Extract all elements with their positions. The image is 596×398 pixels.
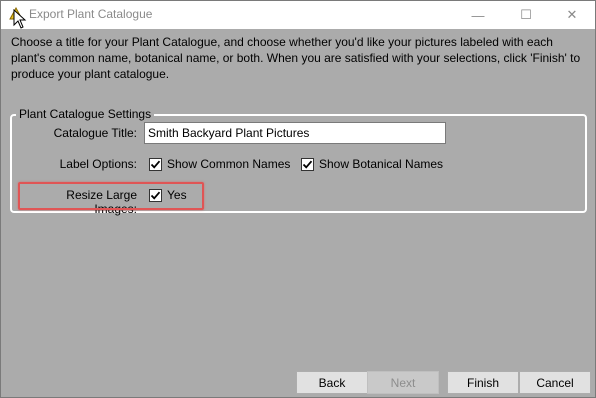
cancel-button[interactable]: Cancel: [519, 371, 591, 394]
next-button[interactable]: Next: [367, 371, 439, 394]
close-button[interactable]: ✕: [549, 1, 595, 29]
finish-button[interactable]: Finish: [447, 371, 519, 394]
resize-highlight-box: [18, 182, 204, 210]
mouse-cursor-icon: [13, 9, 27, 29]
show-botanical-names-checkbox[interactable]: [301, 158, 314, 171]
window-title: Export Plant Catalogue: [29, 7, 153, 21]
catalogue-title-input[interactable]: [144, 122, 446, 144]
show-common-names-checkbox[interactable]: [149, 158, 162, 171]
show-common-names-label[interactable]: Show Common Names: [167, 157, 290, 171]
maximize-button[interactable]: ☐: [503, 1, 549, 29]
checkmark-icon: [302, 160, 313, 169]
instructions-text: Choose a title for your Plant Catalogue,…: [11, 35, 581, 81]
back-button[interactable]: Back: [296, 371, 368, 394]
settings-group-title: Plant Catalogue Settings: [16, 107, 155, 121]
export-dialog: Export Plant Catalogue — ☐ ✕ Choose a ti…: [0, 0, 596, 398]
checkmark-icon: [150, 160, 161, 169]
label-options-label: Label Options:: [59, 157, 137, 171]
title-bar[interactable]: Export Plant Catalogue — ☐ ✕: [1, 1, 595, 29]
catalogue-title-label: Catalogue Title:: [53, 126, 137, 140]
show-botanical-names-label[interactable]: Show Botanical Names: [319, 157, 443, 171]
minimize-button[interactable]: —: [455, 1, 501, 29]
